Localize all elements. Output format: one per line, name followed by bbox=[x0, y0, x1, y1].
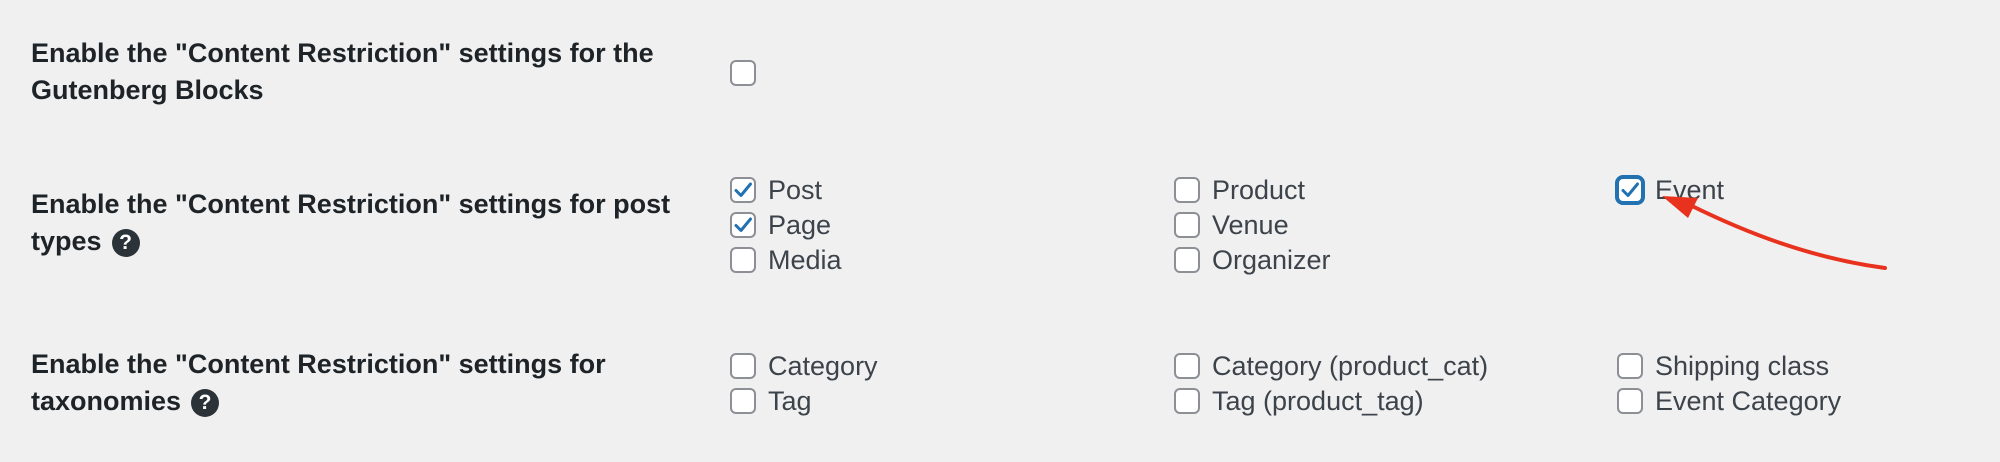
post-type-option-event[interactable]: Event bbox=[1617, 173, 1724, 207]
checkmark-icon bbox=[734, 182, 752, 197]
question-circle-icon[interactable]: ? bbox=[111, 229, 140, 257]
post-type-label-post: Post bbox=[768, 175, 823, 205]
taxonomy-option-shipping-class[interactable]: Shipping class bbox=[1617, 349, 1829, 383]
taxonomy-checkbox-shipping-class[interactable] bbox=[1617, 353, 1643, 379]
taxonomies-setting-label-text: Enable the "Content Restriction" setting… bbox=[31, 349, 606, 416]
gutenberg-blocks-checkbox[interactable] bbox=[730, 60, 756, 86]
post-types-setting-label: Enable the "Content Restriction" setting… bbox=[31, 186, 691, 260]
post-type-checkbox-event[interactable] bbox=[1617, 177, 1643, 203]
post-type-label-page: Page bbox=[768, 210, 832, 240]
post-type-option-organizer[interactable]: Organizer bbox=[1174, 243, 1331, 277]
post-type-checkbox-media[interactable] bbox=[730, 247, 756, 273]
taxonomy-label-tag: Tag bbox=[768, 386, 812, 416]
post-type-label-product: Product bbox=[1212, 175, 1306, 205]
taxonomy-checkbox-product-cat[interactable] bbox=[1174, 353, 1200, 379]
taxonomy-checkbox-tag[interactable] bbox=[730, 388, 756, 414]
post-type-label-venue: Venue bbox=[1212, 210, 1289, 240]
taxonomy-checkbox-category[interactable] bbox=[730, 353, 756, 379]
taxonomy-option-product-cat[interactable]: Category (product_cat) bbox=[1174, 349, 1488, 383]
checkmark-icon bbox=[1621, 182, 1639, 197]
taxonomy-label-product-cat: Category (product_cat) bbox=[1212, 351, 1489, 381]
taxonomy-label-product-tag: Tag (product_tag) bbox=[1212, 386, 1424, 416]
taxonomy-option-product-tag[interactable]: Tag (product_tag) bbox=[1174, 384, 1424, 418]
post-type-option-post[interactable]: Post bbox=[730, 173, 822, 207]
post-type-checkbox-venue[interactable] bbox=[1174, 212, 1200, 238]
taxonomies-setting-label: Enable the "Content Restriction" setting… bbox=[31, 346, 691, 420]
post-type-option-venue[interactable]: Venue bbox=[1174, 208, 1289, 242]
taxonomy-label-shipping-class: Shipping class bbox=[1655, 351, 1830, 381]
taxonomy-option-tag[interactable]: Tag bbox=[730, 384, 812, 418]
taxonomy-option-event-category[interactable]: Event Category bbox=[1617, 384, 1841, 418]
taxonomy-checkbox-product-tag[interactable] bbox=[1174, 388, 1200, 414]
taxonomy-checkbox-event-category[interactable] bbox=[1617, 388, 1643, 414]
taxonomy-label-category: Category bbox=[768, 351, 878, 381]
gutenberg-blocks-option[interactable] bbox=[730, 56, 756, 90]
post-type-checkbox-product[interactable] bbox=[1174, 177, 1200, 203]
taxonomy-label-event-category: Event Category bbox=[1655, 386, 1842, 416]
post-type-checkbox-post[interactable] bbox=[730, 177, 756, 203]
post-type-label-media: Media bbox=[768, 245, 842, 275]
post-type-option-media[interactable]: Media bbox=[730, 243, 842, 277]
post-type-checkbox-page[interactable] bbox=[730, 212, 756, 238]
post-type-label-event: Event bbox=[1655, 175, 1725, 205]
post-type-checkbox-organizer[interactable] bbox=[1174, 247, 1200, 273]
question-circle-icon[interactable]: ? bbox=[191, 389, 220, 417]
taxonomy-option-category[interactable]: Category bbox=[730, 349, 878, 383]
post-type-option-product[interactable]: Product bbox=[1174, 173, 1305, 207]
checkmark-icon bbox=[734, 217, 752, 232]
gutenberg-setting-label: Enable the "Content Restriction" setting… bbox=[31, 35, 691, 109]
post-type-option-page[interactable]: Page bbox=[730, 208, 831, 242]
post-type-label-organizer: Organizer bbox=[1212, 245, 1331, 275]
gutenberg-setting-label-text: Enable the "Content Restriction" setting… bbox=[31, 38, 654, 105]
